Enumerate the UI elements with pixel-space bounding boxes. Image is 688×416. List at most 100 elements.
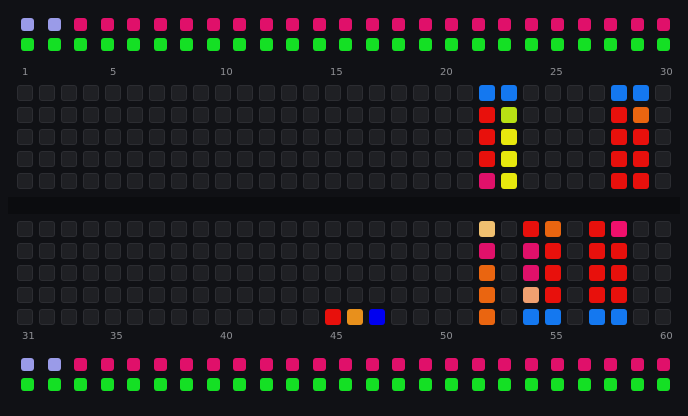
top-grid-cell[interactable]: [127, 85, 143, 101]
bottom-grid-cell[interactable]: [435, 243, 451, 259]
bottom-grid-cell[interactable]: [149, 221, 165, 237]
bottom-grid-cell[interactable]: [281, 265, 297, 281]
top-grid-cell[interactable]: [391, 129, 407, 145]
top-grid-cell[interactable]: [347, 151, 363, 167]
bottom-grid-cell[interactable]: [347, 265, 363, 281]
bottom-grid-cell[interactable]: [105, 265, 121, 281]
top-grid-cell[interactable]: [457, 129, 473, 145]
bottom-grid-cell[interactable]: [369, 287, 385, 303]
bottom-grid-cell[interactable]: [391, 221, 407, 237]
bottom-grid-cell[interactable]: [105, 243, 121, 259]
bottom-grid-cell[interactable]: [347, 221, 363, 237]
top-grid-cell-active[interactable]: [501, 151, 517, 167]
bottom-strip-upper-pad[interactable]: [498, 358, 511, 371]
top-grid-cell[interactable]: [215, 151, 231, 167]
bottom-grid-cell[interactable]: [149, 265, 165, 281]
bottom-strip-lower-pad[interactable]: [365, 378, 379, 391]
top-grid-cell[interactable]: [589, 173, 605, 189]
top-grid-cell[interactable]: [589, 151, 605, 167]
bottom-grid-cell[interactable]: [391, 243, 407, 259]
bottom-strip-upper-pad[interactable]: [418, 358, 432, 371]
bottom-grid-cell-active[interactable]: [479, 243, 495, 259]
bottom-grid-cell-active[interactable]: [479, 265, 495, 281]
top-grid-cell[interactable]: [105, 129, 121, 145]
top-grid-cell[interactable]: [655, 129, 671, 145]
bottom-grid-cell[interactable]: [171, 221, 187, 237]
top-grid-cell[interactable]: [523, 129, 539, 145]
top-grid-cell[interactable]: [281, 85, 297, 101]
top-grid-cell[interactable]: [39, 85, 55, 101]
bottom-grid-cell[interactable]: [457, 265, 473, 281]
bottom-grid-cell-active[interactable]: [545, 243, 561, 259]
bottom-strip-lower-pad[interactable]: [604, 378, 617, 391]
top-grid-cell[interactable]: [325, 107, 341, 123]
bottom-strip-upper-pad[interactable]: [180, 358, 193, 371]
bottom-grid-cell[interactable]: [501, 221, 517, 237]
top-grid-cell[interactable]: [523, 85, 539, 101]
top-strip-lower-pad[interactable]: [21, 38, 34, 51]
top-grid-cell[interactable]: [655, 173, 671, 189]
top-strip-lower-pad[interactable]: [312, 38, 326, 51]
top-strip-upper-pad[interactable]: [471, 18, 485, 31]
top-grid-cell[interactable]: [149, 129, 165, 145]
bottom-grid-cell[interactable]: [435, 287, 451, 303]
bottom-grid-cell-active[interactable]: [523, 243, 539, 259]
bottom-grid-cell[interactable]: [171, 243, 187, 259]
bottom-grid-cell[interactable]: [61, 243, 77, 259]
top-grid-cell[interactable]: [281, 173, 297, 189]
bottom-grid-cell-active[interactable]: [479, 309, 495, 325]
bottom-grid-cell[interactable]: [105, 221, 121, 237]
bottom-grid-cell[interactable]: [259, 309, 275, 325]
top-grid-cell[interactable]: [237, 107, 253, 123]
bottom-strip-upper-pad[interactable]: [365, 358, 379, 371]
bottom-grid-cell[interactable]: [83, 243, 99, 259]
bottom-strip-upper-pad[interactable]: [127, 358, 140, 371]
bottom-grid-cell[interactable]: [633, 265, 649, 281]
bottom-grid-cell[interactable]: [567, 221, 583, 237]
top-grid-cell[interactable]: [391, 173, 407, 189]
top-grid-cell[interactable]: [347, 107, 363, 123]
bottom-grid-cell[interactable]: [435, 265, 451, 281]
bottom-grid-cell[interactable]: [39, 243, 55, 259]
top-grid-cell[interactable]: [193, 151, 209, 167]
top-strip-upper-pad[interactable]: [206, 18, 220, 31]
bottom-grid-cell[interactable]: [39, 221, 55, 237]
top-grid-cell[interactable]: [523, 107, 539, 123]
bottom-grid-cell[interactable]: [303, 309, 319, 325]
top-grid-cell[interactable]: [237, 129, 253, 145]
bottom-grid-cell[interactable]: [17, 265, 33, 281]
top-grid-cell[interactable]: [17, 129, 33, 145]
top-grid-cell[interactable]: [435, 173, 451, 189]
top-strip-upper-pad[interactable]: [551, 18, 564, 31]
top-grid-cell[interactable]: [303, 107, 319, 123]
top-grid-cell[interactable]: [523, 151, 539, 167]
top-grid-cell[interactable]: [413, 85, 429, 101]
bottom-grid-cell[interactable]: [457, 221, 473, 237]
top-grid-cell[interactable]: [17, 173, 33, 189]
top-grid-cell[interactable]: [281, 151, 297, 167]
top-strip-lower-pad[interactable]: [418, 38, 432, 51]
bottom-grid-cell[interactable]: [61, 287, 77, 303]
top-grid-cell-active[interactable]: [501, 85, 517, 101]
top-grid-cell[interactable]: [105, 173, 121, 189]
top-grid-cell[interactable]: [369, 107, 385, 123]
top-grid-cell[interactable]: [105, 151, 121, 167]
bottom-grid-cell-active[interactable]: [611, 221, 627, 237]
top-grid-cell[interactable]: [215, 85, 231, 101]
top-grid-cell-active[interactable]: [611, 129, 627, 145]
top-grid-cell[interactable]: [347, 85, 363, 101]
top-grid-cell[interactable]: [237, 173, 253, 189]
bottom-grid-cell[interactable]: [391, 287, 407, 303]
top-grid-cell[interactable]: [83, 129, 99, 145]
bottom-grid-cell[interactable]: [171, 287, 187, 303]
top-grid-cell[interactable]: [83, 173, 99, 189]
bottom-grid-cell-active[interactable]: [479, 221, 495, 237]
bottom-grid-cell-active[interactable]: [523, 309, 539, 325]
bottom-strip-lower-pad[interactable]: [286, 378, 299, 391]
bottom-grid-cell[interactable]: [567, 265, 583, 281]
top-strip-lower-pad[interactable]: [498, 38, 511, 51]
bottom-grid-cell-active[interactable]: [589, 221, 605, 237]
top-grid-cell[interactable]: [523, 173, 539, 189]
bottom-grid-cell[interactable]: [237, 221, 253, 237]
bottom-strip-lower-pad[interactable]: [312, 378, 326, 391]
